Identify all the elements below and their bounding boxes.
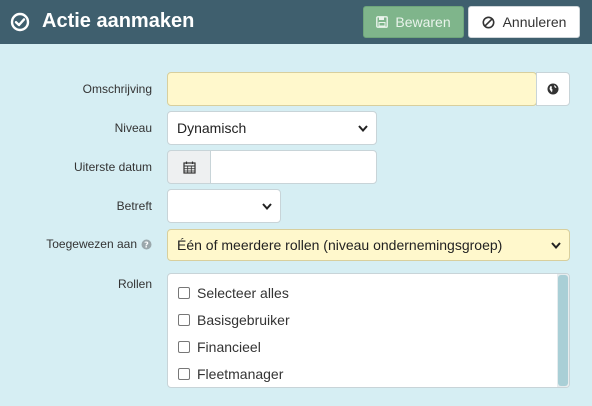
rollen-scrollbar-thumb[interactable] bbox=[558, 275, 568, 386]
chevron-down-icon bbox=[551, 241, 561, 249]
page-header: Actie aanmaken Bewaren Annuleren bbox=[0, 0, 592, 44]
uiterste-datum-label: Uiterste datum bbox=[73, 160, 152, 174]
betreft-label: Betreft bbox=[116, 199, 152, 213]
cancel-button[interactable]: Annuleren bbox=[468, 6, 580, 38]
rollen-label: Rollen bbox=[117, 277, 152, 291]
role-item-select-all[interactable]: Selecteer alles bbox=[178, 285, 289, 301]
select-all-checkbox[interactable] bbox=[178, 287, 190, 299]
svg-text:?: ? bbox=[144, 240, 149, 249]
financieel-checkbox[interactable] bbox=[178, 341, 190, 353]
fleetmanager-checkbox[interactable] bbox=[178, 368, 190, 380]
role-item-label: Selecteer alles bbox=[197, 285, 289, 301]
role-item-label: Financieel bbox=[197, 339, 261, 355]
betreft-select[interactable] bbox=[167, 189, 281, 223]
role-item-fleetmanager[interactable]: Fleetmanager bbox=[178, 366, 283, 382]
role-item-financieel[interactable]: Financieel bbox=[178, 339, 261, 355]
toegewezen-aan-value: Één of meerdere rollen (niveau ondernemi… bbox=[177, 237, 503, 253]
rollen-scrollbar[interactable] bbox=[557, 274, 569, 387]
floppy-icon bbox=[376, 16, 389, 28]
uiterste-datum-input[interactable] bbox=[210, 150, 377, 184]
role-item-label: Basisgebruiker bbox=[197, 312, 290, 328]
date-picker-button[interactable] bbox=[167, 150, 211, 184]
role-item-label: Fleetmanager bbox=[197, 366, 284, 382]
niveau-select[interactable]: Dynamisch bbox=[167, 111, 377, 145]
save-button-label: Bewaren bbox=[395, 14, 451, 30]
translate-button[interactable] bbox=[536, 72, 570, 106]
basisgebruiker-checkbox[interactable] bbox=[178, 314, 190, 326]
ban-icon bbox=[482, 16, 495, 28]
omschrijving-input[interactable] bbox=[167, 72, 537, 106]
question-icon[interactable]: ? bbox=[141, 239, 152, 250]
toegewezen-aan-label-group: Toegewezen aan ? bbox=[46, 237, 152, 251]
rollen-list: Selecteer alles Basisgebruiker Financiee… bbox=[167, 273, 570, 388]
niveau-label: Niveau bbox=[114, 121, 152, 135]
globe-icon bbox=[547, 83, 559, 95]
check-circle-icon bbox=[10, 12, 30, 32]
toegewezen-aan-select[interactable]: Één of meerdere rollen (niveau ondernemi… bbox=[167, 229, 570, 261]
calendar-icon bbox=[182, 161, 196, 174]
cancel-button-label: Annuleren bbox=[502, 14, 567, 30]
toegewezen-aan-label: Toegewezen aan bbox=[46, 237, 137, 251]
chevron-down-icon bbox=[358, 124, 368, 132]
omschrijving-label: Omschrijving bbox=[82, 82, 152, 96]
niveau-value: Dynamisch bbox=[177, 120, 247, 136]
role-item-basisgebruiker[interactable]: Basisgebruiker bbox=[178, 312, 290, 328]
page-title: Actie aanmaken bbox=[42, 10, 195, 32]
chevron-down-icon bbox=[262, 202, 272, 210]
save-button[interactable]: Bewaren bbox=[363, 6, 464, 38]
